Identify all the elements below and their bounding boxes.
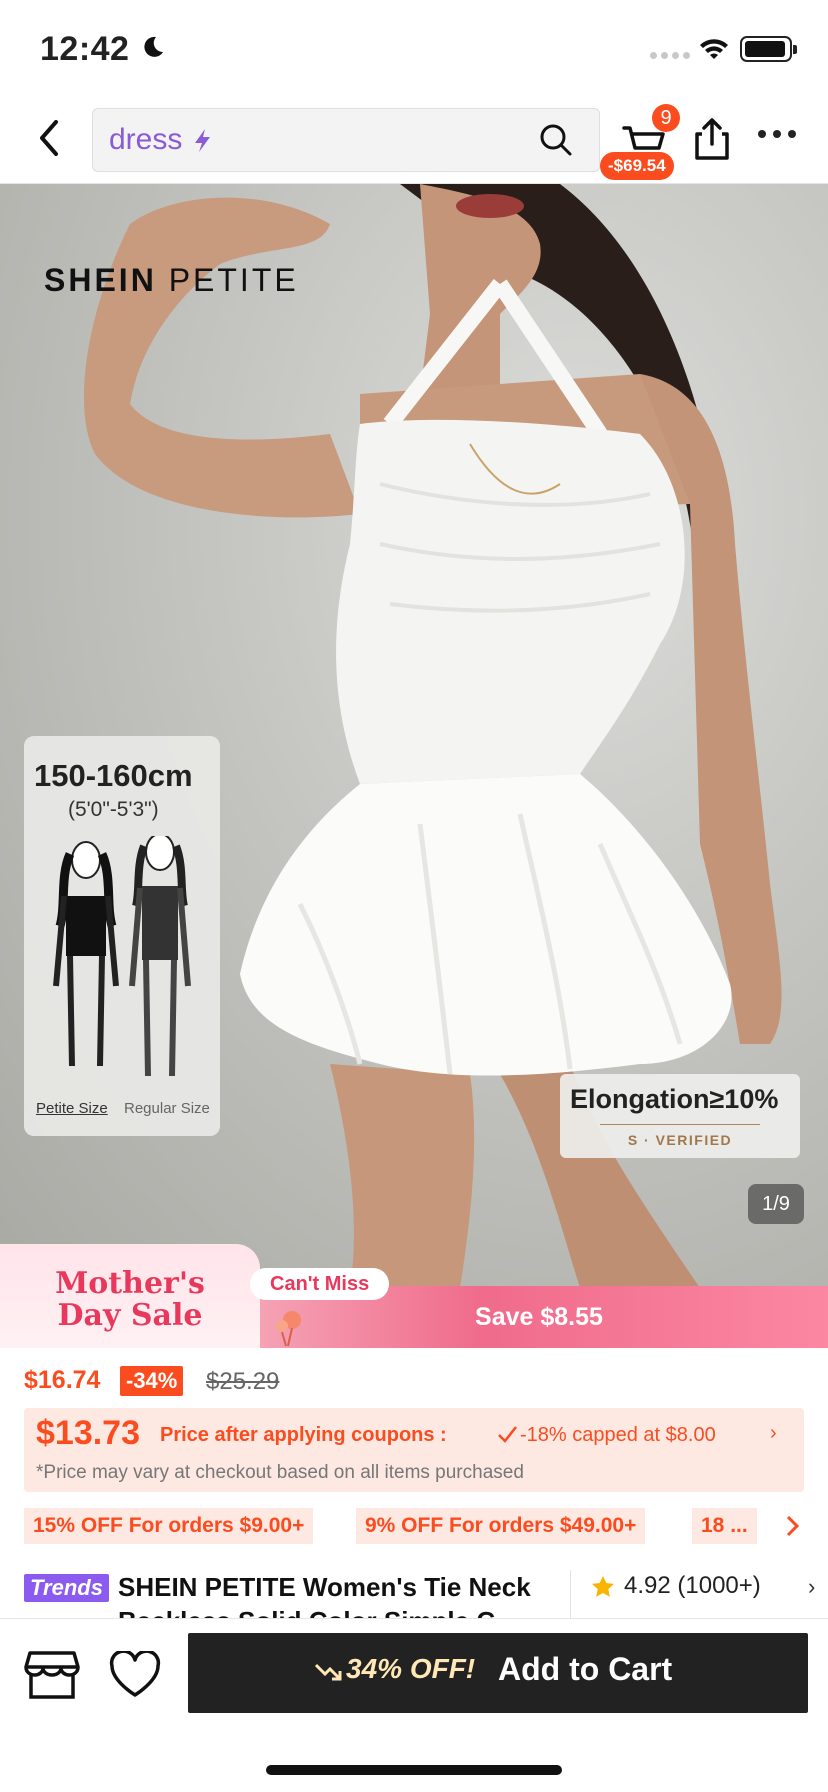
- elongation-badge: Elongation≥10% S · VERIFIED: [560, 1074, 800, 1158]
- rating-value: 4.92 (1000+): [624, 1572, 761, 1599]
- image-pager: 1/9: [748, 1184, 804, 1224]
- heart-icon[interactable]: [108, 1651, 162, 1699]
- elongation-text: Elongation≥10%: [570, 1084, 779, 1114]
- cart-savings-badge: -$69.54: [600, 152, 674, 180]
- wifi-icon: [700, 39, 728, 59]
- chevron-right-icon: ›: [770, 1422, 777, 1444]
- top-nav: dress: [0, 96, 828, 184]
- cart-count-badge: 9: [652, 104, 680, 132]
- add-to-cart-button[interactable]: 34% OFF! Add to Cart: [188, 1633, 808, 1713]
- current-price: $16.74: [24, 1366, 101, 1394]
- check-icon: [498, 1426, 517, 1443]
- more-options-icon[interactable]: [758, 130, 796, 138]
- moon-icon: [144, 36, 163, 57]
- petite-size-label: Petite Size: [36, 1100, 108, 1117]
- status-time: 12:42: [40, 30, 130, 68]
- trending-arrow-icon: [195, 129, 210, 152]
- original-price: $25.29: [206, 1368, 280, 1395]
- coupon-price-box[interactable]: $13.73 Price after applying coupons : -1…: [24, 1408, 804, 1492]
- discount-badge: -34%: [120, 1366, 184, 1396]
- promo-save-amount: Save $8.55: [475, 1303, 603, 1331]
- product-title: SHEIN PETITE Women's Tie Neck Backless S…: [118, 1572, 531, 1618]
- promo-title: Mother's Day Sale: [55, 1266, 205, 1333]
- product-title-row[interactable]: Trends SHEIN PETITE Women's Tie Neck Bac…: [24, 1570, 828, 1618]
- cta-discount: 34% OFF!: [346, 1653, 476, 1684]
- store-icon[interactable]: [24, 1649, 80, 1701]
- search-query: dress: [109, 123, 183, 156]
- size-comparison-card: 150-160cm (5'0"-5'3") Petite Size Regula…: [24, 736, 220, 1136]
- offer-tags[interactable]: 15% OFF For orders $9.00+ 9% OFF For ord…: [24, 1508, 828, 1544]
- chevron-right-icon[interactable]: [782, 1514, 802, 1538]
- search-bar[interactable]: dress: [92, 108, 600, 172]
- share-icon[interactable]: [692, 116, 732, 162]
- product-image-carousel[interactable]: SHEIN PETITE 150-160cm (5'0"-5'3") Petit…: [0, 184, 828, 1288]
- battery-icon: [740, 36, 797, 62]
- back-arrow-icon[interactable]: [30, 116, 70, 160]
- cta-label: Add to Cart: [498, 1651, 673, 1687]
- cellular-signal-icon: [650, 52, 690, 59]
- offer-tag[interactable]: 18 ...: [692, 1508, 757, 1544]
- height-ft: (5'0"-5'3"): [68, 798, 159, 821]
- coupon-after-label: Price after applying coupons :: [160, 1424, 447, 1446]
- price-note: *Price may vary at checkout based on all…: [36, 1462, 524, 1483]
- body-silhouette-icon: [53, 836, 191, 1077]
- search-icon[interactable]: [537, 121, 575, 159]
- promo-banner[interactable]: Mother's Day Sale Can't Miss Save $8.55: [0, 1244, 828, 1348]
- status-bar: 12:42: [0, 0, 828, 96]
- coupon-final-price: $13.73: [36, 1414, 140, 1452]
- home-indicator: [266, 1765, 562, 1775]
- verified-text: S · VERIFIED: [627, 1132, 733, 1148]
- trends-badge: Trends: [24, 1574, 109, 1602]
- bottom-action-bar: 34% OFF! Add to Cart: [0, 1618, 828, 1792]
- brand-logo: SHEIN PETITE: [44, 262, 299, 298]
- offer-tag[interactable]: 9% OFF For orders $49.00+: [356, 1508, 646, 1544]
- regular-size-label: Regular Size: [124, 1100, 210, 1117]
- star-icon: [592, 1576, 614, 1597]
- coupon-cap-text: -18% capped at $8.00: [520, 1424, 716, 1446]
- trend-down-icon: [314, 1663, 342, 1681]
- offer-tag[interactable]: 15% OFF For orders $9.00+: [24, 1508, 314, 1544]
- height-cm: 150-160cm: [34, 758, 193, 793]
- chevron-right-icon: ›: [808, 1574, 816, 1599]
